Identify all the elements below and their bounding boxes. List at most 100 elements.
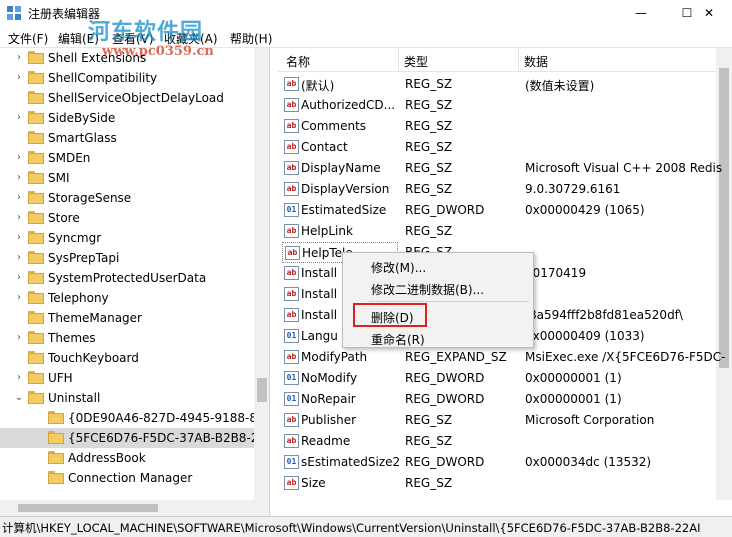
expander-icon[interactable]: › (14, 192, 24, 204)
menu-help[interactable]: 帮助(H) (230, 30, 272, 47)
value-name-cell[interactable]: 01 sEstimatedSize2 (282, 452, 401, 473)
tree-item[interactable]: › SideBySide (0, 108, 254, 128)
value-name-cell[interactable]: ab DisplayName (282, 158, 398, 179)
tree-item[interactable]: › StorageSense (0, 188, 254, 208)
expander-icon[interactable] (34, 452, 44, 464)
tree-item[interactable]: AddressBook (0, 448, 254, 468)
value-name-cell[interactable]: ab Publisher (282, 410, 398, 431)
tree-item[interactable]: › SMDEn (0, 148, 254, 168)
list-item[interactable]: 01 NoRepair REG_DWORD 0x00000001 (1) (278, 389, 718, 410)
value-name-cell[interactable]: 01 EstimatedSize (282, 200, 398, 221)
tree-item[interactable]: › Store (0, 208, 254, 228)
list-item[interactable]: 01 EstimatedSize REG_DWORD 0x00000429 (1065… (278, 200, 718, 221)
value-name-cell[interactable]: ab Size (282, 473, 398, 494)
close-button[interactable]: ✕ (686, 0, 732, 26)
list-item[interactable]: ab ModifyPath REG_EXPAND_SZ MsiExec.exe /X{… (278, 347, 726, 368)
expander-icon[interactable]: › (14, 292, 24, 304)
tree-item[interactable]: › Themes (0, 328, 254, 348)
expander-icon[interactable]: › (14, 112, 24, 124)
list-item[interactable]: ab Publisher REG_SZ Microsoft Corporation (278, 410, 718, 431)
registry-tree[interactable]: › Shell Extensions › ShellCompatibility Shel… (0, 48, 270, 516)
column-header-name[interactable]: 名称 (286, 53, 310, 70)
menu-item-rename[interactable]: 重命名(R) (371, 331, 425, 348)
tree-item-label: SMDEn (48, 151, 91, 165)
tree-item-label: Syncmgr (48, 231, 102, 245)
list-item[interactable]: ab HelpLink REG_SZ (278, 221, 718, 242)
expander-icon[interactable] (34, 412, 44, 424)
list-item[interactable]: ab Size REG_SZ (278, 473, 718, 494)
expander-icon[interactable] (14, 352, 24, 364)
list-item[interactable]: ab DisplayVersion REG_SZ 9.0.30729.6161 (278, 179, 718, 200)
tree-item[interactable]: › SysPrepTapi (0, 248, 254, 268)
expander-icon[interactable] (14, 92, 24, 104)
tree-item[interactable]: › Syncmgr (0, 228, 254, 248)
value-name: sEstimatedSize2 (301, 455, 401, 469)
value-name-cell[interactable]: ab AuthorizedCD... (282, 95, 398, 116)
tree-item[interactable]: › SystemProtectedUserData (0, 268, 254, 288)
value-name-cell[interactable]: 01 NoRepair (282, 389, 398, 410)
tree-item[interactable]: ShellServiceObjectDelayLoad (0, 88, 254, 108)
list-item[interactable]: 01 NoModify REG_DWORD 0x00000001 (1) (278, 368, 718, 389)
column-divider[interactable] (518, 48, 519, 72)
value-name-cell[interactable]: ab HelpLink (282, 221, 398, 242)
expander-icon[interactable]: › (14, 252, 24, 264)
tree-item[interactable]: {5FCE6D76-F5DC-37AB-B2B8-22 (0, 428, 266, 448)
expander-icon[interactable]: › (14, 212, 24, 224)
tree-item[interactable]: › ShellCompatibility (0, 68, 254, 88)
tree-item[interactable]: Connection Manager (0, 468, 254, 488)
expander-icon[interactable] (34, 472, 44, 484)
tree-item[interactable]: {0DE90A46-827D-4945-9188-877 (0, 408, 269, 428)
list-item[interactable]: ab Comments REG_SZ (278, 116, 718, 137)
value-name-cell[interactable]: ab DisplayVersion (282, 179, 398, 200)
folder-icon (28, 71, 44, 84)
tree-item[interactable]: TouchKeyboard (0, 348, 254, 368)
list-item[interactable]: ab (默认) REG_SZ (数值未设置) (278, 74, 718, 95)
expander-icon[interactable]: › (14, 52, 24, 64)
value-name-cell[interactable]: ab Comments (282, 116, 398, 137)
value-name-cell[interactable]: ab ModifyPath (282, 347, 398, 368)
tree-item[interactable]: › SMI (0, 168, 254, 188)
expander-icon[interactable]: › (14, 152, 24, 164)
tree-vertical-scrollbar[interactable] (254, 48, 269, 500)
string-value-icon: ab (284, 413, 299, 427)
expander-icon[interactable] (34, 432, 44, 444)
scroll-thumb[interactable] (719, 68, 729, 368)
expander-icon[interactable]: › (14, 232, 24, 244)
value-name-cell[interactable]: ab Contact (282, 137, 398, 158)
tree-horizontal-scrollbar[interactable] (0, 500, 269, 516)
tree-item[interactable]: ThemeManager (0, 308, 254, 328)
watermark-title: 河东软件园 (88, 19, 204, 45)
tree-item[interactable]: ⌄ Uninstall (0, 388, 254, 408)
value-name-cell[interactable]: 01 NoModify (282, 368, 398, 389)
minimize-button[interactable]: — (618, 0, 664, 26)
expander-icon[interactable]: › (14, 272, 24, 284)
expander-icon[interactable]: ⌄ (14, 392, 24, 404)
list-item[interactable]: 01 sEstimatedSize2 REG_DWORD 0x000034dc (13… (278, 452, 718, 473)
tree-item[interactable]: › UFH (0, 368, 254, 388)
expander-icon[interactable]: › (14, 172, 24, 184)
column-header-type[interactable]: 类型 (404, 53, 428, 70)
expander-icon[interactable] (14, 312, 24, 324)
list-item[interactable]: ab Contact REG_SZ (278, 137, 718, 158)
menu-item-modify-binary[interactable]: 修改二进制数据(B)... (371, 281, 484, 298)
tree-item[interactable]: › Shell Extensions (0, 48, 254, 68)
menu-item-modify[interactable]: 修改(M)... (371, 259, 426, 276)
expander-icon[interactable] (14, 132, 24, 144)
column-header-data[interactable]: 数据 (524, 53, 548, 70)
column-divider[interactable] (398, 48, 399, 72)
list-vertical-scrollbar[interactable] (716, 48, 732, 500)
tree-item[interactable]: › Telephony (0, 288, 254, 308)
tree-item[interactable]: SmartGlass (0, 128, 254, 148)
scroll-thumb[interactable] (257, 378, 267, 402)
expander-icon[interactable]: › (14, 72, 24, 84)
list-item[interactable]: ab DisplayName REG_SZ Microsoft Visual C++ … (278, 158, 722, 179)
value-name-cell[interactable]: ab Readme (282, 431, 398, 452)
menu-file[interactable]: 文件(F) (8, 30, 48, 47)
value-name-cell[interactable]: ab (默认) (282, 74, 398, 95)
scroll-thumb[interactable] (18, 504, 158, 512)
expander-icon[interactable]: › (14, 332, 24, 344)
list-item[interactable]: ab AuthorizedCD... REG_SZ (278, 95, 718, 116)
menu-item-delete[interactable]: 删除(D) (371, 309, 414, 326)
expander-icon[interactable]: › (14, 372, 24, 384)
list-item[interactable]: ab Readme REG_SZ (278, 431, 718, 452)
